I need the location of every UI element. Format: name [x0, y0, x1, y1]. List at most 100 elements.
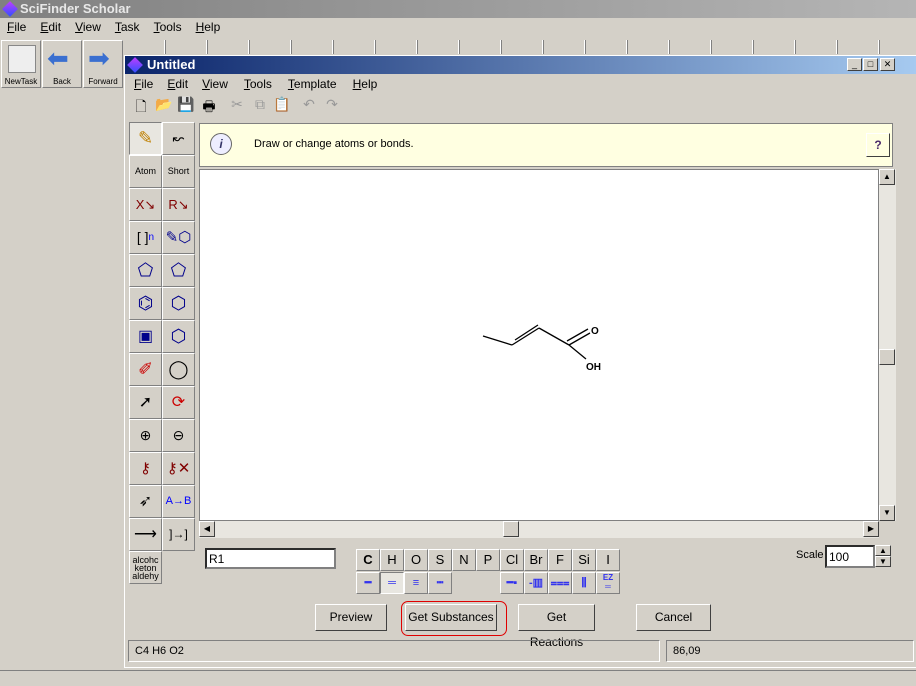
atom-mapping-tool[interactable]: ]→]: [162, 518, 195, 551]
horizontal-scrollbar[interactable]: ◀ ▶: [199, 521, 879, 538]
menu-help[interactable]: Help: [189, 18, 228, 36]
zoom-out-tool[interactable]: ⊖: [162, 419, 195, 452]
benzene-tool[interactable]: ⌬: [129, 287, 162, 320]
menu-tools[interactable]: Tools: [147, 18, 189, 36]
back-button[interactable]: ⬅ Back: [42, 40, 82, 88]
ez-bond-button[interactable]: EZ ═: [596, 572, 620, 594]
wedge-down-bond-button[interactable]: -▥: [524, 572, 548, 594]
element-p-button[interactable]: P: [476, 549, 500, 571]
element-n-button[interactable]: N: [452, 549, 476, 571]
element-br-button[interactable]: Br: [524, 549, 548, 571]
repeating-group-tool[interactable]: [ ] n: [129, 221, 162, 254]
menu-edit[interactable]: Edit: [33, 18, 68, 36]
save-icon[interactable]: 💾: [175, 96, 197, 113]
select-bond-tool[interactable]: ➶: [129, 485, 162, 518]
lock-atom-key-icon[interactable]: ⚷: [129, 452, 162, 485]
unlock-atom-key-icon[interactable]: ⚷✕: [162, 452, 195, 485]
functional-group-tool[interactable]: alcohc keton aldehy: [129, 551, 162, 584]
wmenu-help[interactable]: Help: [344, 75, 387, 93]
ring-pencil-tool[interactable]: ✎⬡: [162, 221, 195, 254]
preview-button[interactable]: Preview: [315, 604, 387, 631]
cyclopentene-tool[interactable]: ⬠: [129, 254, 162, 287]
drawing-canvas[interactable]: O OH: [199, 169, 879, 521]
new-icon[interactable]: 🗋: [130, 96, 152, 120]
element-si-button[interactable]: Si: [572, 549, 596, 571]
paste-icon[interactable]: 📋: [271, 96, 293, 113]
cyclohexane-tool[interactable]: ⬡: [162, 287, 195, 320]
rotate-tool[interactable]: ⟳: [162, 386, 195, 419]
scroll-up-button[interactable]: ▲: [879, 169, 895, 185]
minimize-button[interactable]: _: [847, 58, 862, 71]
scale-input[interactable]: [825, 545, 875, 568]
scroll-down-button[interactable]: ▼: [879, 505, 895, 521]
element-i-button[interactable]: I: [596, 549, 620, 571]
element-s-button[interactable]: S: [428, 549, 452, 571]
scale-down-button[interactable]: ▼: [875, 556, 891, 567]
close-button[interactable]: ✕: [880, 58, 895, 71]
double-bond-button[interactable]: ═: [380, 572, 404, 594]
variable-x-tool[interactable]: X ↘: [129, 188, 162, 221]
get-substances-button[interactable]: Get Substances: [405, 604, 497, 631]
print-icon[interactable]: 🖶: [198, 96, 220, 120]
draw-pencil-tool[interactable]: ✎: [129, 122, 162, 155]
rgroup-input[interactable]: [205, 548, 336, 569]
triple-bond-button[interactable]: ≡: [404, 572, 428, 594]
maximize-button[interactable]: □: [863, 58, 878, 71]
ring-n-tool[interactable]: ⬡: [162, 320, 195, 353]
eraser-tool[interactable]: ✐: [129, 353, 162, 386]
chain-tool[interactable]: ↜: [162, 122, 195, 155]
reaction-arrow-tool[interactable]: ⟶: [129, 518, 162, 551]
cancel-button[interactable]: Cancel: [636, 604, 711, 631]
stereo-double-bond-button[interactable]: ⩶: [548, 572, 572, 594]
cut-icon[interactable]: ✂: [226, 96, 248, 113]
forward-label: Forward: [88, 77, 118, 86]
shortcut-tool[interactable]: Short: [162, 155, 195, 188]
single-bond-button[interactable]: ━: [356, 572, 380, 594]
menu-task[interactable]: Task: [108, 18, 147, 36]
scroll-right-button[interactable]: ▶: [863, 521, 879, 537]
select-arrow-tool[interactable]: ➚: [129, 386, 162, 419]
menu-view[interactable]: View: [68, 18, 108, 36]
cyclopentane-tool[interactable]: ⬠: [162, 254, 195, 287]
vertical-scroll-thumb[interactable]: [879, 349, 895, 365]
element-c-button[interactable]: C: [356, 549, 380, 571]
ab-label: A→B: [165, 495, 192, 507]
help-button[interactable]: ?: [866, 133, 890, 157]
copy-icon[interactable]: ⧉: [249, 96, 271, 113]
wmenu-edit[interactable]: Edit: [160, 75, 195, 93]
scale-up-button[interactable]: ▲: [875, 545, 891, 556]
tool-palette: ✎ ↜ Atom Short X ↘ R ↘ [ ] n ✎⬡ ⬠ ⬠ ⌬ ⬡ ▣ ⬡…: [129, 122, 197, 584]
func-label: alcohc keton aldehy: [132, 554, 159, 581]
undo-icon[interactable]: ↶: [298, 96, 320, 113]
wedge-up-bond-button[interactable]: ━▪: [500, 572, 524, 594]
lasso-tool[interactable]: ◯: [162, 353, 195, 386]
horizontal-scroll-thumb[interactable]: [503, 521, 519, 537]
new-task-button[interactable]: NewTask: [1, 40, 41, 88]
redo-icon[interactable]: ↷: [321, 96, 343, 113]
open-icon[interactable]: 📂: [153, 96, 175, 113]
bond: [566, 328, 589, 342]
zoom-in-tool[interactable]: ⊕: [129, 419, 162, 452]
wmenu-view[interactable]: View: [195, 75, 235, 93]
scale-label: Scale: [796, 549, 824, 561]
wmenu-file[interactable]: File: [127, 75, 160, 93]
vertical-scrollbar[interactable]: ▲ ▼: [879, 169, 896, 521]
scroll-left-button[interactable]: ◀: [199, 521, 215, 537]
hashed-bond-button[interactable]: ⫼: [572, 572, 596, 594]
reaction-role-tool[interactable]: A→B: [162, 485, 195, 518]
atom-tool[interactable]: Atom: [129, 155, 162, 188]
menu-file[interactable]: File: [0, 18, 33, 36]
element-cl-button[interactable]: Cl: [500, 549, 524, 571]
element-h-button[interactable]: H: [380, 549, 404, 571]
r-group-tool[interactable]: R ↘: [162, 188, 195, 221]
get-reactions-button[interactable]: Get Reactions: [518, 604, 595, 649]
forward-button[interactable]: ➡ Forward: [83, 40, 123, 88]
template-tool[interactable]: ▣: [129, 320, 162, 353]
any-bond-button[interactable]: ┅: [428, 572, 452, 594]
wmenu-tools[interactable]: Tools: [235, 75, 281, 93]
atom-tool-label: Atom: [134, 166, 156, 176]
element-o-button[interactable]: O: [404, 549, 428, 571]
wmenu-template[interactable]: Template: [281, 75, 344, 93]
element-f-button[interactable]: F: [548, 549, 572, 571]
x-label: X: [135, 197, 145, 212]
